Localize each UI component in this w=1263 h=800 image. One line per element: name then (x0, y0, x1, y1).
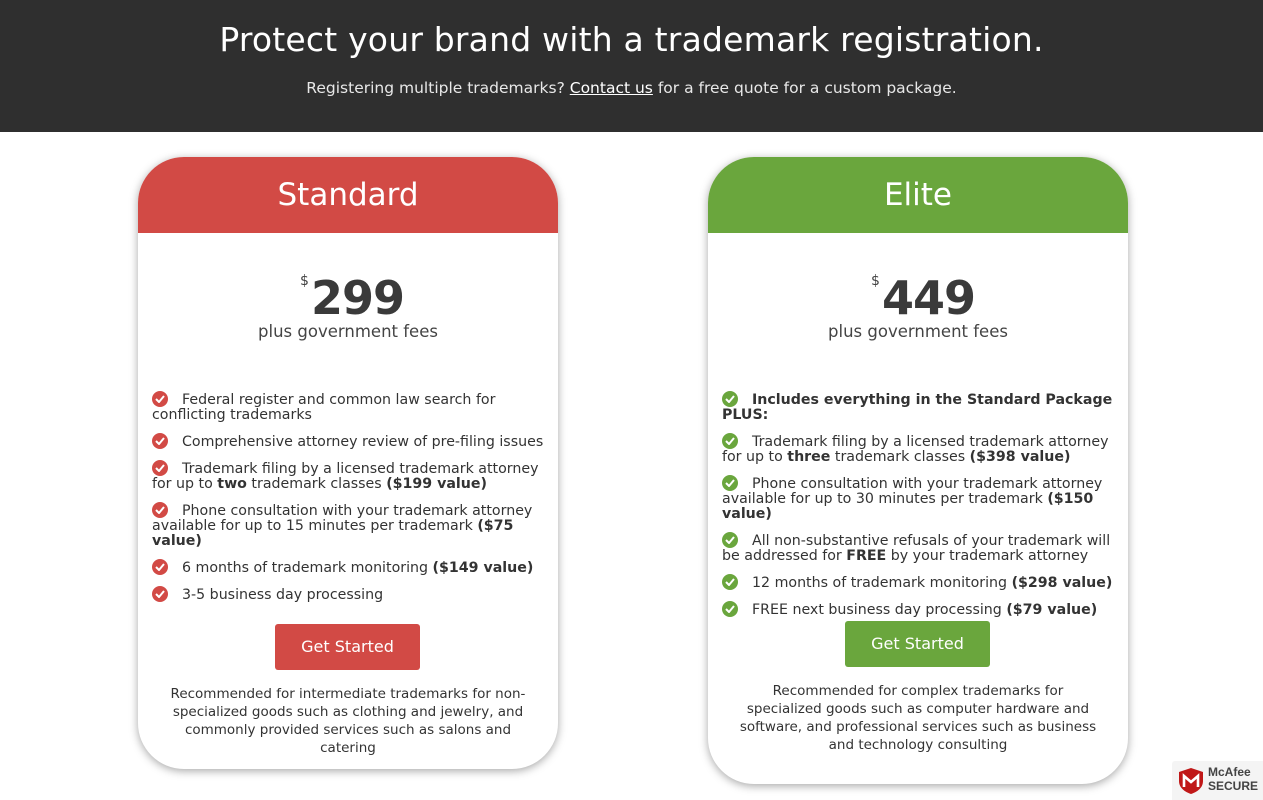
check-icon (152, 586, 168, 602)
feature-emphasis: Includes everything in the Standard Pack… (722, 392, 1113, 423)
feature-item: Phone consultation with your trademark a… (152, 502, 544, 549)
elite-plan-title: Elite (708, 157, 1128, 233)
hero-subtitle-after: for a free quote for a custom package. (657, 79, 957, 97)
hero-subtitle: Registering multiple trademarks? Contact… (0, 79, 1263, 97)
feature-item: 6 months of trademark monitoring ($149 v… (152, 559, 544, 576)
check-icon (152, 460, 168, 476)
check-icon (722, 433, 738, 449)
feature-item: Phone consultation with your trademark a… (722, 475, 1114, 522)
standard-feature-list: Federal register and common law search f… (152, 391, 544, 615)
feature-text: trademark classes (830, 449, 970, 465)
standard-plan-title: Standard (138, 157, 558, 233)
check-icon (722, 574, 738, 590)
standard-currency: $ (300, 273, 309, 289)
badge-line-2: SECURE (1208, 779, 1259, 793)
elite-feature-list: Includes everything in the Standard Pack… (722, 391, 1114, 630)
contact-us-link[interactable]: Contact us (570, 79, 653, 97)
feature-item: Includes everything in the Standard Pack… (722, 391, 1114, 423)
feature-emphasis: ($149 value) (432, 560, 534, 576)
standard-price: $ 299 (138, 271, 558, 325)
page-title: Protect your brand with a trademark regi… (219, 20, 1044, 59)
feature-text: 3-5 business day processing (182, 587, 384, 603)
feature-emphasis: ($398 value) (969, 449, 1071, 465)
feature-item: Comprehensive attorney review of pre-fil… (152, 433, 544, 450)
standard-amount: 299 (311, 271, 405, 325)
elite-price: $ 449 (708, 271, 1128, 325)
feature-item: 12 months of trademark monitoring ($298 … (722, 574, 1114, 591)
elite-currency: $ (871, 273, 880, 289)
hero-subtitle-before: Registering multiple trademarks? (306, 79, 565, 97)
elite-recommendation: Recommended for complex trademarks for s… (739, 683, 1097, 753)
feature-text: Federal register and common law search f… (152, 392, 496, 423)
feature-item: Trademark filing by a licensed trademark… (152, 460, 544, 492)
feature-text: 6 months of trademark monitoring (182, 560, 433, 576)
feature-emphasis: FREE (846, 548, 887, 564)
feature-emphasis: ($79 value) (1006, 602, 1098, 618)
elite-plan-card: Elite $ 449 plus government fees Include… (708, 157, 1128, 784)
feature-item: Trademark filing by a licensed trademark… (722, 433, 1114, 465)
feature-text: FREE next business day processing (752, 602, 1007, 618)
check-icon (722, 391, 738, 407)
check-icon (722, 475, 738, 491)
feature-text: by your trademark attorney (886, 548, 1089, 564)
feature-item: 3-5 business day processing (152, 586, 544, 603)
standard-fees-note: plus government fees (258, 322, 438, 341)
feature-emphasis: two (217, 476, 247, 492)
feature-item: Federal register and common law search f… (152, 391, 544, 423)
feature-emphasis: three (787, 449, 831, 465)
shield-icon (1179, 768, 1203, 794)
feature-emphasis: ($298 value) (1011, 575, 1113, 591)
mcafee-secure-badge[interactable]: McAfee SECURE (1172, 761, 1263, 800)
badge-line-1: McAfee (1208, 765, 1251, 779)
check-icon (722, 601, 738, 617)
feature-text: Comprehensive attorney review of pre-fil… (182, 434, 544, 450)
standard-recommendation: Recommended for intermediate trademarks … (170, 686, 526, 756)
check-icon (152, 391, 168, 407)
check-icon (152, 433, 168, 449)
feature-text: Phone consultation with your trademark a… (152, 503, 533, 534)
hero-banner: Protect your brand with a trademark regi… (0, 0, 1263, 132)
standard-get-started-button[interactable]: Get Started (275, 624, 420, 670)
feature-text: trademark classes (246, 476, 387, 492)
feature-emphasis: ($199 value) (386, 476, 487, 492)
standard-plan-card: Standard $ 299 plus government fees Fede… (138, 157, 558, 769)
elite-fees-note: plus government fees (828, 322, 1008, 341)
check-icon (152, 502, 168, 518)
elite-amount: 449 (882, 271, 976, 325)
feature-text: 12 months of trademark monitoring (752, 575, 1012, 591)
feature-item: FREE next business day processing ($79 v… (722, 601, 1114, 618)
elite-get-started-button[interactable]: Get Started (845, 621, 990, 667)
check-icon (722, 532, 738, 548)
feature-item: All non-substantive refusals of your tra… (722, 532, 1114, 564)
check-icon (152, 559, 168, 575)
feature-text: Phone consultation with your trademark a… (722, 476, 1103, 507)
